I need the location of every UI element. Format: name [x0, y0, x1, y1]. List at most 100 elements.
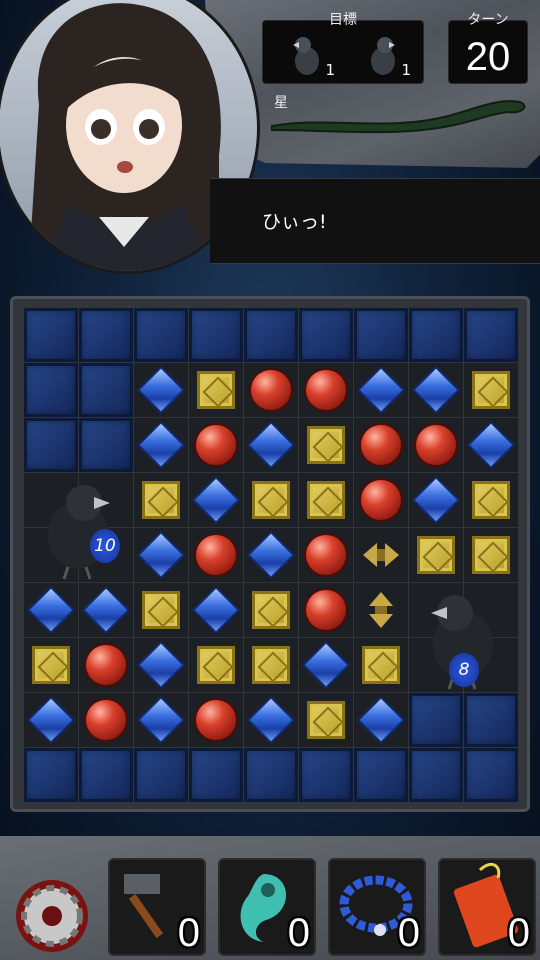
- board-cell[interactable]: [134, 638, 188, 692]
- yellow-box-piece[interactable]: [142, 591, 180, 629]
- board-cell[interactable]: [464, 473, 518, 527]
- blue-gem-piece[interactable]: [139, 643, 183, 687]
- board-cell[interactable]: [299, 473, 353, 527]
- red-orb-piece[interactable]: [196, 700, 236, 740]
- yellow-box-piece[interactable]: [197, 371, 235, 409]
- board-cell[interactable]: [299, 528, 353, 582]
- board-cell[interactable]: [134, 418, 188, 472]
- magatama-item-button[interactable]: 0: [218, 858, 316, 956]
- board-cell[interactable]: [244, 418, 298, 472]
- board-cell[interactable]: [299, 363, 353, 417]
- board-cell[interactable]: [189, 473, 243, 527]
- board-cell[interactable]: [79, 638, 133, 692]
- board-cell[interactable]: [244, 693, 298, 747]
- blue-gem-piece[interactable]: [194, 478, 238, 522]
- board-cell[interactable]: [464, 528, 518, 582]
- board-cell[interactable]: [189, 528, 243, 582]
- board-cell[interactable]: [299, 418, 353, 472]
- board-cell[interactable]: [189, 363, 243, 417]
- yellow-box-piece[interactable]: [417, 536, 455, 574]
- crow-enemy[interactable]: 8: [409, 583, 517, 691]
- board-cell[interactable]: [244, 638, 298, 692]
- board-cell[interactable]: [354, 363, 408, 417]
- board-cell[interactable]: [244, 363, 298, 417]
- blue-gem-piece[interactable]: [414, 368, 458, 412]
- yellow-box-piece[interactable]: [307, 426, 345, 464]
- board-cell[interactable]: [24, 583, 78, 637]
- red-orb-piece[interactable]: [196, 425, 236, 465]
- board-cell[interactable]: [134, 693, 188, 747]
- board-cell[interactable]: [134, 473, 188, 527]
- board-cell[interactable]: [354, 473, 408, 527]
- yellow-box-piece[interactable]: [472, 371, 510, 409]
- board-cell[interactable]: [409, 473, 463, 527]
- blue-gem-piece[interactable]: [29, 588, 73, 632]
- red-orb-piece[interactable]: [306, 590, 346, 630]
- board-cell[interactable]: [189, 638, 243, 692]
- board-cell[interactable]: [299, 638, 353, 692]
- yellow-box-piece[interactable]: [472, 481, 510, 519]
- yellow-box-piece[interactable]: [252, 646, 290, 684]
- blue-gem-piece[interactable]: [469, 423, 513, 467]
- blue-gem-piece[interactable]: [84, 588, 128, 632]
- blue-gem-piece[interactable]: [139, 533, 183, 577]
- yellow-box-piece[interactable]: [32, 646, 70, 684]
- yellow-box-piece[interactable]: [142, 481, 180, 519]
- board-cell[interactable]: [354, 693, 408, 747]
- blue-gem-piece[interactable]: [139, 368, 183, 412]
- red-orb-piece[interactable]: [196, 535, 236, 575]
- prayer-beads-item-button[interactable]: 0: [328, 858, 426, 956]
- board-cell[interactable]: [464, 418, 518, 472]
- board-cell[interactable]: [244, 528, 298, 582]
- red-orb-piece[interactable]: [86, 700, 126, 740]
- board-cell[interactable]: [24, 693, 78, 747]
- blue-gem-piece[interactable]: [304, 643, 348, 687]
- horizontal-striker-piece[interactable]: [361, 535, 401, 575]
- blue-gem-piece[interactable]: [249, 698, 293, 742]
- board-cell[interactable]: [134, 528, 188, 582]
- board-cell[interactable]: [134, 363, 188, 417]
- blue-gem-piece[interactable]: [414, 478, 458, 522]
- blue-gem-piece[interactable]: [29, 698, 73, 742]
- board-cell[interactable]: [354, 638, 408, 692]
- board-cell[interactable]: [299, 583, 353, 637]
- yellow-box-piece[interactable]: [362, 646, 400, 684]
- blue-gem-piece[interactable]: [249, 533, 293, 577]
- board-cell[interactable]: [354, 418, 408, 472]
- board-cell[interactable]: [464, 363, 518, 417]
- board-cell[interactable]: [299, 693, 353, 747]
- red-orb-piece[interactable]: [86, 645, 126, 685]
- board-cell[interactable]: [189, 583, 243, 637]
- yellow-box-piece[interactable]: [307, 701, 345, 739]
- board-cell[interactable]: [409, 528, 463, 582]
- red-orb-piece[interactable]: [361, 425, 401, 465]
- red-orb-piece[interactable]: [361, 480, 401, 520]
- yellow-box-piece[interactable]: [252, 481, 290, 519]
- board-cell[interactable]: [189, 418, 243, 472]
- blue-gem-piece[interactable]: [359, 698, 403, 742]
- board-cell[interactable]: [409, 363, 463, 417]
- red-orb-piece[interactable]: [251, 370, 291, 410]
- board-cell[interactable]: [189, 693, 243, 747]
- red-orb-piece[interactable]: [306, 535, 346, 575]
- yellow-box-piece[interactable]: [307, 481, 345, 519]
- settings-gear-icon[interactable]: [12, 876, 92, 956]
- blue-gem-piece[interactable]: [359, 368, 403, 412]
- blue-gem-piece[interactable]: [139, 423, 183, 467]
- blue-gem-piece[interactable]: [139, 698, 183, 742]
- hammer-item-button[interactable]: 0: [108, 858, 206, 956]
- omamori-item-button[interactable]: 0: [438, 858, 536, 956]
- blue-gem-piece[interactable]: [249, 423, 293, 467]
- board-cell[interactable]: [134, 583, 188, 637]
- yellow-box-piece[interactable]: [197, 646, 235, 684]
- yellow-box-piece[interactable]: [472, 536, 510, 574]
- board-cell[interactable]: [354, 528, 408, 582]
- board-cell[interactable]: [409, 418, 463, 472]
- board-cell[interactable]: [24, 638, 78, 692]
- board-cell[interactable]: [244, 473, 298, 527]
- vertical-striker-piece[interactable]: [361, 590, 401, 630]
- board-cell[interactable]: [79, 583, 133, 637]
- board-cell[interactable]: [244, 583, 298, 637]
- board-cell[interactable]: [79, 693, 133, 747]
- yellow-box-piece[interactable]: [252, 591, 290, 629]
